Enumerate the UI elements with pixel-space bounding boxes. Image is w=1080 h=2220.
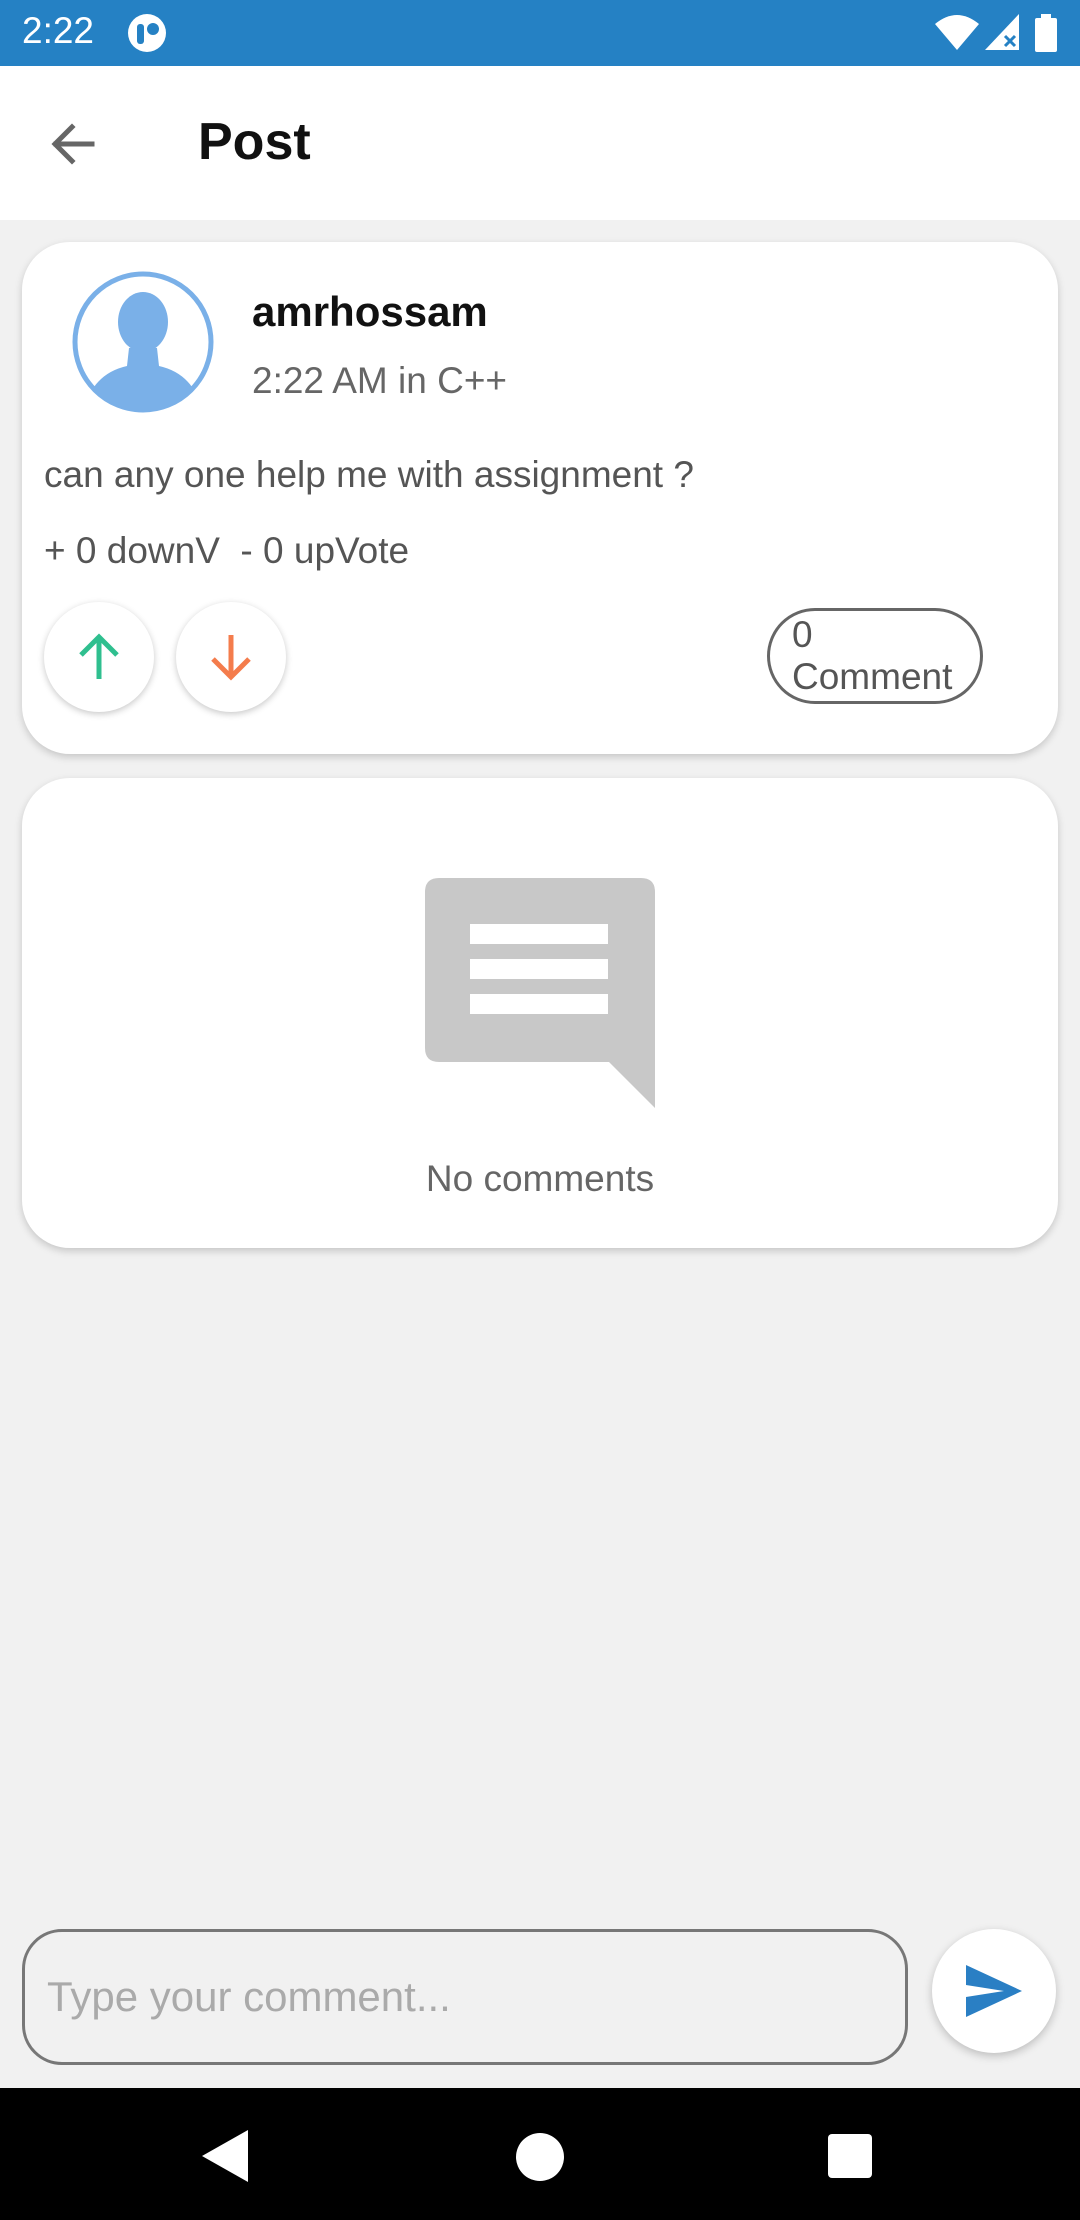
author-name[interactable]: amrhossam [252,288,488,336]
empty-state-text: No comments [425,1158,655,1199]
app-notification-icon [128,14,166,52]
downvote-button[interactable] [176,602,286,712]
post-body: can any one help me with assignment ? [44,454,694,495]
page-title: Post [198,113,311,171]
send-button[interactable] [932,1929,1056,2053]
nav-back-icon[interactable] [200,2128,250,2184]
arrow-down-icon [211,635,251,681]
battery-icon [1035,14,1057,52]
comment-bubble-icon [425,878,655,1108]
post-card: amrhossam 2:22 AM in C++ can any one hel… [22,242,1058,754]
upvote-button[interactable] [44,602,154,712]
status-time: 2:22 [22,10,95,51]
arrow-up-icon [79,633,119,679]
signal-icon [985,14,1019,50]
app-bar: Post [0,66,1080,220]
arrow-left-icon[interactable] [40,114,112,174]
system-nav-bar [0,2088,1080,2220]
nav-home-icon[interactable] [515,2132,565,2182]
comment-input[interactable] [22,1929,908,2065]
wifi-icon [935,15,979,50]
status-bar: 2:22 [0,0,1080,66]
comment-count-button[interactable]: 0 Comment [767,608,983,704]
post-meta: 2:22 AM in C++ [252,360,508,401]
vote-summary: + 0 downV - 0 upVote [44,530,410,571]
send-icon [966,1965,1022,2017]
person-avatar-icon [72,271,214,413]
comments-card: No comments [22,778,1058,1248]
nav-recents-icon[interactable] [828,2134,872,2178]
